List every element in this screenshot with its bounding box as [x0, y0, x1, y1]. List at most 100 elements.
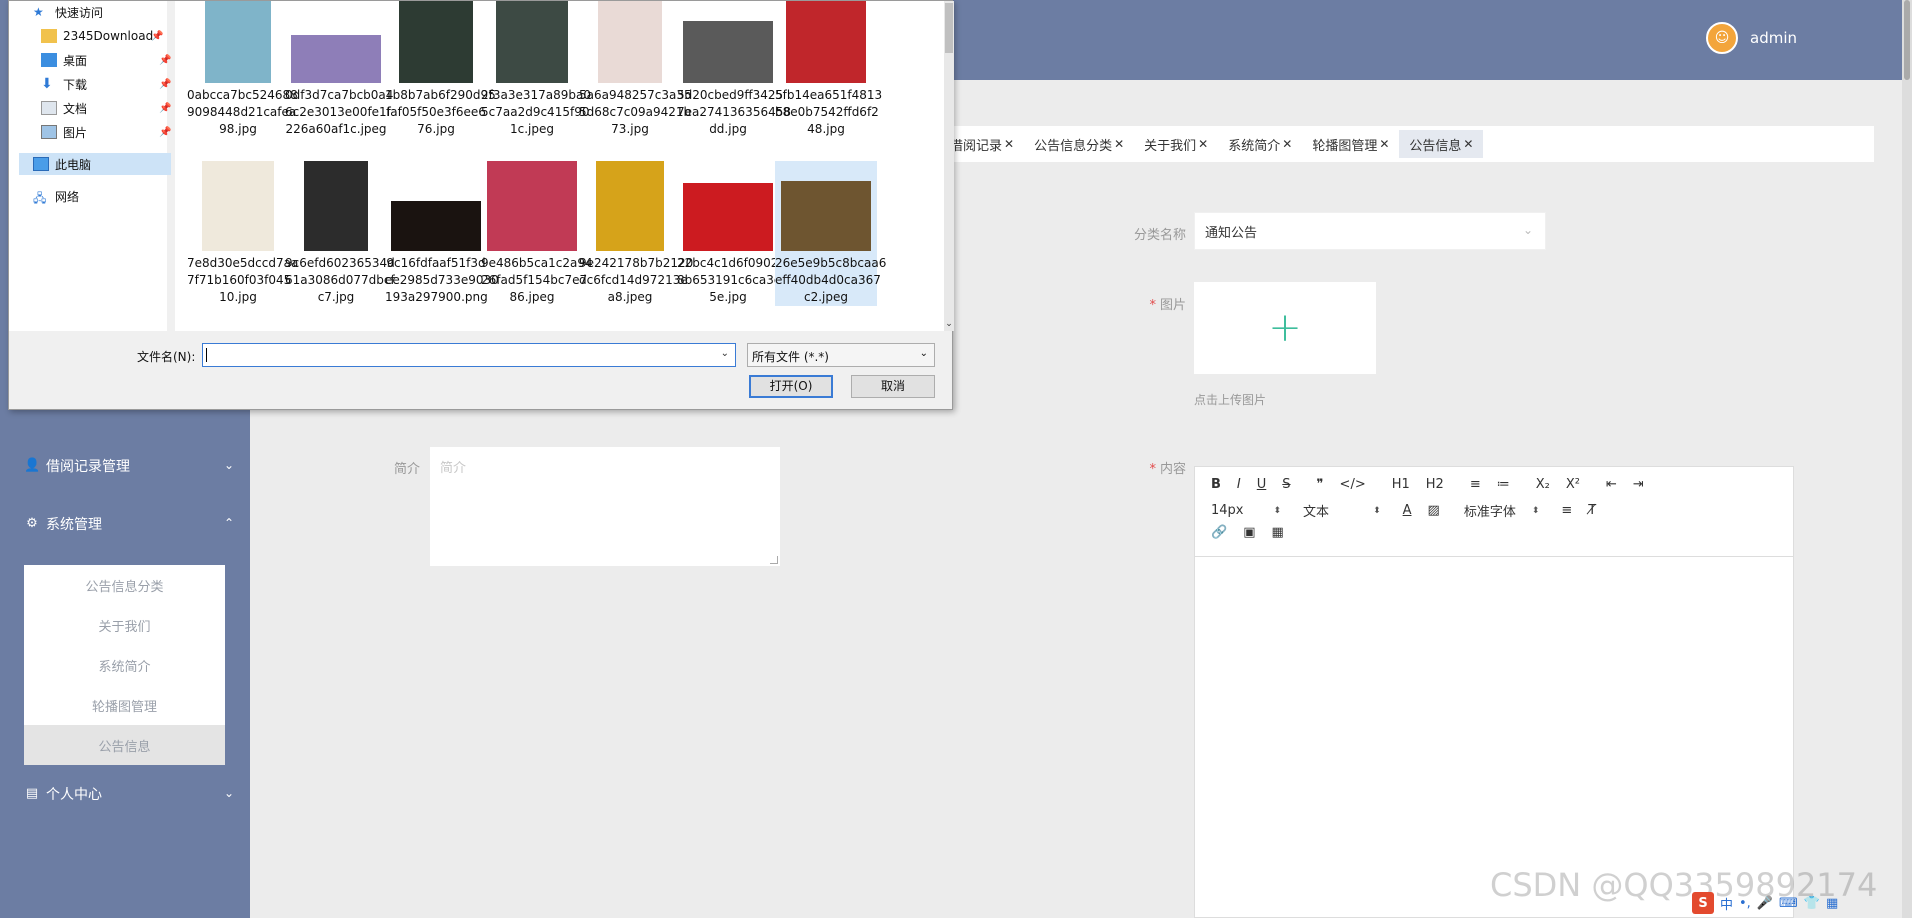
updown-icon: ⬍: [1373, 505, 1381, 516]
h2-button[interactable]: H2: [1426, 477, 1444, 492]
tag-notice[interactable]: 公告信息 ✕: [1399, 130, 1484, 158]
bold-button[interactable]: B: [1211, 477, 1221, 492]
image-upload-button[interactable]: +: [1194, 282, 1376, 374]
file-item[interactable]: 9c6efd60236534d 61a3086d077dbcf c7.jpg: [285, 161, 395, 306]
category-select[interactable]: 通知公告 ⌄: [1194, 212, 1546, 250]
image-icon[interactable]: ▣: [1243, 525, 1255, 540]
submenu-item-notice[interactable]: 公告信息: [24, 725, 225, 765]
file-item[interactable]: 9e486b5ca1c2a94 26fad5f154bc7e7 86.jpeg: [481, 161, 593, 306]
close-icon[interactable]: ✕: [1114, 137, 1124, 151]
cancel-button[interactable]: 取消: [851, 375, 935, 398]
video-icon[interactable]: ▦: [1271, 525, 1283, 540]
file-item[interactable]: 26e5e9b5c8bcaa6 eff40db4d0ca367 c2.jpeg: [775, 161, 886, 306]
user-icon: 👤: [24, 458, 41, 473]
subscript-button[interactable]: X₂: [1536, 477, 1550, 492]
user-menu[interactable]: ☺ admin: [1706, 22, 1797, 54]
chevron-down-icon[interactable]: ⌄: [721, 348, 729, 359]
background-color-icon[interactable]: ▨: [1428, 503, 1440, 518]
bullet-list-button[interactable]: ≔: [1497, 477, 1510, 492]
tools-icon[interactable]: ▦: [1826, 896, 1838, 911]
nav-item-downloads[interactable]: ⬇ 下载 📌: [41, 75, 171, 93]
nav-item-pictures[interactable]: 图片 📌: [41, 123, 171, 141]
file-item[interactable]: 5d20cbed9ff3425 7ea274136356458 dd.jpg: [677, 1, 791, 138]
nav-item-this-pc[interactable]: 此电脑: [33, 155, 91, 173]
close-icon[interactable]: ✕: [1198, 137, 1208, 151]
submenu-item-intro[interactable]: 系统简介: [24, 645, 225, 685]
file-item[interactable]: 0df3d7ca7bcb0a4 6c2e3013e00fe1f 226a60af…: [285, 1, 393, 138]
tag-carousel[interactable]: 轮播图管理 ✕: [1302, 130, 1399, 158]
file-item[interactable]: 5a6a948257c3a35 5d68c7c09a9421b 73.jpg: [579, 1, 692, 138]
file-item[interactable]: 9c16fdfaaf51f3d ee2985d733e9030 193a2979…: [385, 161, 499, 306]
scroll-down-arrow[interactable]: ⌄: [944, 319, 954, 331]
file-item[interactable]: 5fb14ea651f4813 b8e0b7542ffd6f2 48.jpg: [775, 1, 883, 138]
file-name: 7e8d30e5dccd7aa 7f71b160f03f045 10.jpg: [187, 256, 299, 304]
file-name: 5fb14ea651f4813 b8e0b7542ffd6f2 48.jpg: [775, 88, 883, 136]
filename-input[interactable]: ⌄: [202, 343, 736, 367]
code-button[interactable]: </>: [1340, 477, 1366, 492]
close-icon[interactable]: ✕: [1379, 137, 1389, 151]
microphone-icon[interactable]: 🎤: [1757, 896, 1773, 911]
font-size-select[interactable]: 14px ⬍: [1211, 503, 1303, 518]
file-item[interactable]: 9e242178b7b2120 dc6fcd14d97213e a8.jpeg: [579, 161, 693, 306]
image-thumbnail: [683, 21, 773, 83]
quote-button[interactable]: ❞: [1317, 477, 1324, 492]
superscript-button[interactable]: X²: [1566, 477, 1580, 492]
computer-icon: [33, 157, 49, 171]
scroll-thumb[interactable]: [945, 3, 953, 53]
nav-item-quick-access[interactable]: ★ 快速访问: [33, 3, 103, 21]
font-color-icon[interactable]: A: [1403, 503, 1412, 518]
close-icon[interactable]: ✕: [1282, 137, 1292, 151]
italic-button[interactable]: I: [1237, 477, 1241, 492]
align-icon[interactable]: ≡: [1561, 503, 1572, 518]
link-icon[interactable]: 🔗: [1211, 525, 1227, 540]
open-button[interactable]: 打开(O): [749, 375, 833, 398]
sidebar-item-borrow-records[interactable]: 👤 借阅记录管理 ⌄: [24, 450, 234, 482]
tag-about[interactable]: 关于我们 ✕: [1134, 130, 1218, 158]
nav-item-desktop[interactable]: 桌面 📌: [41, 51, 171, 69]
punctuation-icon[interactable]: •,: [1739, 896, 1751, 911]
file-item[interactable]: 7e8d30e5dccd7aa 7f71b160f03f045 10.jpg: [187, 161, 299, 306]
nav-item-documents[interactable]: 文档 📌: [41, 99, 171, 117]
h1-button[interactable]: H1: [1392, 477, 1410, 492]
strike-button[interactable]: S: [1282, 477, 1290, 492]
close-icon[interactable]: ✕: [1463, 137, 1473, 151]
file-item[interactable]: 1b8b7ab6f290d95 faf05f50e3f6ee6 76.jpg: [385, 1, 496, 138]
resize-handle[interactable]: [770, 556, 778, 564]
submenu-item-carousel[interactable]: 轮播图管理: [24, 685, 225, 725]
sidebar-item-system[interactable]: ⚙ 系统管理 ⌃: [24, 508, 234, 540]
submenu-item-about[interactable]: 关于我们: [24, 605, 225, 645]
ime-mode[interactable]: 中: [1720, 894, 1733, 913]
image-thumbnail: [202, 161, 274, 251]
nav-item-network[interactable]: 🖧 网络: [33, 187, 79, 206]
indent-button[interactable]: ⇥: [1633, 477, 1644, 492]
skin-icon[interactable]: 👕: [1804, 896, 1820, 911]
intro-textarea[interactable]: 简介: [430, 447, 780, 566]
upload-hint: 点击上传图片: [1194, 393, 1267, 407]
filetype-select[interactable]: 所有文件 (*.*) ⌄: [747, 343, 935, 367]
chevron-down-icon: ⌄: [223, 786, 234, 800]
keyboard-icon[interactable]: ⌨: [1779, 896, 1798, 911]
file-item[interactable]: 0abcca7bc524688 9098448d21cafea 98.jpg: [187, 1, 298, 138]
clear-format-icon[interactable]: T̸: [1588, 503, 1596, 518]
sogou-ime-icon[interactable]: S: [1692, 892, 1714, 914]
page-scrollbar[interactable]: [1902, 0, 1912, 918]
ordered-list-button[interactable]: ≡: [1470, 477, 1481, 492]
text-type-select[interactable]: 文本 ⬍: [1303, 501, 1403, 520]
tag-notice-category[interactable]: 公告信息分类 ✕: [1024, 130, 1134, 158]
desktop-icon: [41, 53, 57, 67]
sidebar-item-personal[interactable]: ▤ 个人中心 ⌄: [24, 778, 234, 810]
pin-icon: 📌: [159, 126, 172, 138]
file-list-scrollbar[interactable]: ⌄: [944, 1, 954, 331]
close-icon[interactable]: ✕: [1004, 137, 1014, 151]
nav-item-2345download[interactable]: 2345Download 📌: [41, 27, 163, 45]
submenu-item-notice-category[interactable]: 公告信息分类: [24, 565, 225, 605]
file-name: 9c6efd60236534d 61a3086d077dbcf c7.jpg: [285, 256, 395, 304]
file-item[interactable]: 22bc4c1d6f09025 8b653191c6ca3d2 5e.jpg: [677, 161, 789, 306]
image-thumbnail: [781, 181, 871, 251]
file-item[interactable]: 2f3a3e317a89ba0 5c7aa2d9c415f90 1c.jpeg: [481, 1, 591, 138]
rich-text-editor[interactable]: B I U S ❞ </> H1 H2 ≡ ≔ X₂ X² ⇤ ⇥ 14px ⬍ …: [1194, 466, 1794, 918]
font-family-select[interactable]: 标准字体 ⬍: [1464, 501, 1562, 520]
outdent-button[interactable]: ⇤: [1606, 477, 1617, 492]
underline-button[interactable]: U: [1257, 477, 1267, 492]
tag-intro[interactable]: 系统简介 ✕: [1218, 130, 1302, 158]
